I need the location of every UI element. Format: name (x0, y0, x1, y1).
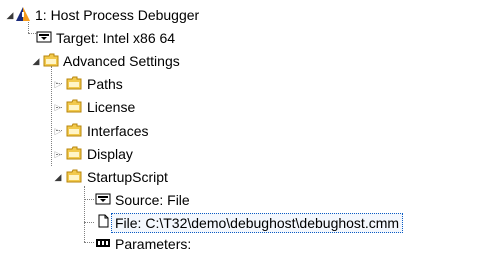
tree-row-license[interactable]: ▷ License (0, 96, 300, 118)
enum-icon (36, 31, 52, 43)
tree-item-label: Display (87, 146, 133, 162)
tree-item-label: 1: Host Process Debugger (35, 7, 200, 23)
text-field-icon (96, 239, 110, 247)
tree-row-host-process-debugger[interactable]: ◢ 1: Host Process Debugger (0, 4, 300, 26)
tree-item-label: Source: File (115, 192, 190, 208)
tree-row-source[interactable]: Source: File (0, 189, 300, 211)
tree-row-startupscript[interactable]: ◢ StartupScript (0, 166, 300, 188)
expand-arrow-icon[interactable]: ▷ (52, 125, 64, 137)
tree-item-label: Target: Intel x86 64 (56, 30, 176, 46)
collapse-arrow-icon[interactable]: ◢ (30, 55, 42, 67)
file-icon (98, 214, 109, 228)
tree-item-label: License (87, 99, 136, 115)
folder-icon (43, 53, 59, 67)
collapse-arrow-icon[interactable]: ◢ (52, 171, 64, 183)
folder-icon (66, 99, 82, 113)
tree-item-label: Paths (87, 76, 123, 92)
expand-arrow-icon[interactable]: ▷ (52, 78, 64, 90)
tree-row-advanced-settings[interactable]: ◢ Advanced Settings (0, 50, 300, 72)
enum-icon (95, 193, 111, 205)
tree-item-label-selected: File: C:\T32\demo\debughost\debughost.cm… (111, 213, 404, 233)
settings-tree: ◢ 1: Host Process Debugger Target: Intel… (0, 0, 480, 256)
tree-row-paths[interactable]: ▷ Paths (0, 73, 300, 95)
expand-arrow-icon[interactable]: ▷ (52, 148, 64, 160)
tree-row-parameters[interactable]: Parameters: (0, 233, 300, 255)
folder-icon (66, 169, 82, 183)
tree-row-file[interactable]: File: C:\T32\demo\debughost\debughost.cm… (0, 211, 480, 233)
folder-icon (66, 76, 82, 90)
warning-triangle-icon (16, 7, 30, 21)
tree-row-interfaces[interactable]: ▷ Interfaces (0, 120, 300, 142)
folder-icon (66, 146, 82, 160)
tree-row-display[interactable]: ▷ Display (0, 143, 300, 165)
tree-item-label: StartupScript (87, 169, 168, 185)
expand-arrow-icon[interactable]: ▷ (52, 101, 64, 113)
tree-row-target[interactable]: Target: Intel x86 64 (0, 27, 300, 49)
tree-item-label: Advanced Settings (63, 53, 180, 69)
folder-icon (66, 123, 82, 137)
tree-item-label: Interfaces (87, 123, 149, 139)
tree-item-label: Parameters: (115, 236, 192, 252)
